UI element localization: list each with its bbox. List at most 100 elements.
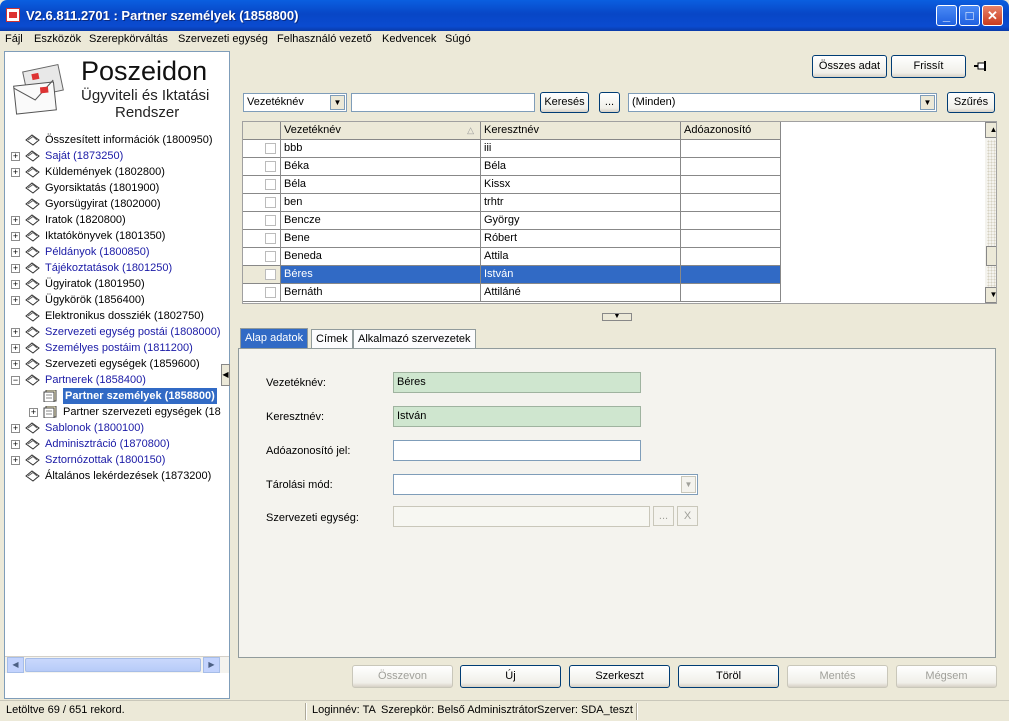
row-selector[interactable]: [243, 230, 281, 248]
expand-icon[interactable]: +: [11, 152, 20, 161]
column-header-last-name[interactable]: Vezetéknév △: [281, 122, 481, 140]
table-row[interactable]: Bencze György: [243, 212, 783, 230]
column-header-tax-id[interactable]: Adóazonosító: [681, 122, 781, 140]
tab-basic-data[interactable]: Alap adatok: [240, 328, 309, 348]
scroll-thumb[interactable]: [25, 658, 201, 672]
app-icon[interactable]: [6, 8, 20, 22]
first-name-field[interactable]: István: [393, 406, 641, 427]
scroll-left-icon[interactable]: ◀: [7, 657, 24, 673]
storage-mode-select[interactable]: ▼: [393, 474, 698, 495]
row-checkbox[interactable]: [265, 197, 276, 208]
menu-favorites[interactable]: Kedvencek: [382, 33, 436, 45]
menu-user-leader[interactable]: Felhasználó vezető: [277, 33, 372, 45]
expand-icon[interactable]: +: [11, 360, 20, 369]
tree-item[interactable]: − Partnerek (1858400): [9, 372, 221, 388]
tax-id-field[interactable]: [393, 440, 641, 461]
row-selector[interactable]: [243, 140, 281, 158]
expand-icon[interactable]: +: [11, 344, 20, 353]
collapse-panel-icon[interactable]: ◀: [221, 364, 230, 386]
org-unit-browse-button[interactable]: ...: [653, 506, 674, 526]
search-button[interactable]: Keresés: [540, 92, 589, 113]
org-unit-clear-button[interactable]: X: [677, 506, 698, 526]
tree-item[interactable]: Általános lekérdezések (1873200): [9, 468, 221, 484]
filter-select[interactable]: (Minden) ▼: [628, 93, 937, 112]
expand-icon[interactable]: +: [11, 168, 20, 177]
scroll-thumb[interactable]: [986, 246, 996, 266]
tree-item[interactable]: + Szervezeti egységek (1859600): [9, 356, 221, 372]
scroll-up-icon[interactable]: ▲: [985, 122, 996, 138]
cancel-button[interactable]: Mégsem: [896, 665, 997, 688]
refresh-button[interactable]: Frissít: [891, 55, 966, 78]
menu-file[interactable]: Fájl: [5, 33, 23, 45]
search-field-select[interactable]: Vezetéknév ▼: [243, 93, 347, 112]
expand-icon[interactable]: +: [11, 328, 20, 337]
expand-icon[interactable]: +: [11, 264, 20, 273]
expand-icon[interactable]: +: [11, 424, 20, 433]
column-header-first-name[interactable]: Keresztnév: [481, 122, 681, 140]
minimize-button[interactable]: _: [936, 5, 957, 26]
scroll-right-icon[interactable]: ▶: [203, 657, 220, 673]
row-selector[interactable]: [243, 176, 281, 194]
merge-button[interactable]: Összevon: [352, 665, 453, 688]
chevron-down-icon[interactable]: ▼: [330, 95, 345, 110]
tree-item[interactable]: + Ügyiratok (1801950): [9, 276, 221, 292]
row-selector[interactable]: [243, 284, 281, 302]
tree-item[interactable]: + Sablonok (1800100): [9, 420, 221, 436]
expand-icon[interactable]: +: [11, 232, 20, 241]
delete-button[interactable]: Töröl: [678, 665, 779, 688]
row-checkbox[interactable]: [265, 161, 276, 172]
tree-item[interactable]: + Sztornózottak (1800150): [9, 452, 221, 468]
expand-icon[interactable]: +: [11, 216, 20, 225]
tree-item[interactable]: + Iktatókönyvek (1801350): [9, 228, 221, 244]
table-row[interactable]: Béres István: [243, 266, 783, 284]
tree-item[interactable]: Partner személyek (1858800): [9, 388, 221, 404]
row-checkbox[interactable]: [265, 143, 276, 154]
all-data-button[interactable]: Összes adat: [812, 55, 887, 78]
edit-button[interactable]: Szerkeszt: [569, 665, 670, 688]
expand-icon[interactable]: +: [11, 456, 20, 465]
menu-org-unit[interactable]: Szervezeti egység: [178, 33, 268, 45]
org-unit-field[interactable]: [393, 506, 650, 527]
row-selector[interactable]: [243, 194, 281, 212]
tree-item[interactable]: + Szervezeti egység postái (1808000): [9, 324, 221, 340]
row-checkbox[interactable]: [265, 269, 276, 280]
splitter-down-icon[interactable]: ▼: [602, 313, 632, 321]
tree-item[interactable]: + Saját (1873250): [9, 148, 221, 164]
collapse-icon[interactable]: −: [11, 376, 20, 385]
tree-item[interactable]: + Példányok (1800850): [9, 244, 221, 260]
table-row[interactable]: Bernáth Attiláné: [243, 284, 783, 302]
vertical-scrollbar[interactable]: ▲ ▼: [985, 122, 996, 303]
tree-item[interactable]: + Ügykörök (1856400): [9, 292, 221, 308]
row-selector[interactable]: [243, 266, 281, 284]
table-row[interactable]: Béka Béla: [243, 158, 783, 176]
menu-help[interactable]: Súgó: [445, 33, 471, 45]
tree-item[interactable]: + Partner szervezeti egységek (1858: [9, 404, 221, 420]
tree-item[interactable]: Összesített információk (1800950): [9, 132, 221, 148]
search-input[interactable]: [351, 93, 535, 112]
tree-item[interactable]: Gyorsügyirat (1802000): [9, 196, 221, 212]
tree-item[interactable]: Gyorsiktatás (1801900): [9, 180, 221, 196]
table-row[interactable]: Beneda Attila: [243, 248, 783, 266]
row-selector[interactable]: [243, 212, 281, 230]
expand-icon[interactable]: +: [11, 248, 20, 257]
new-button[interactable]: Új: [460, 665, 561, 688]
menu-tools[interactable]: Eszközök: [34, 33, 81, 45]
expand-icon[interactable]: +: [11, 280, 20, 289]
chevron-down-icon[interactable]: ▼: [681, 476, 696, 493]
menu-role-switch[interactable]: Szerepkörváltás: [89, 33, 168, 45]
tree-item[interactable]: + Adminisztráció (1870800): [9, 436, 221, 452]
table-row[interactable]: ben trhtr: [243, 194, 783, 212]
close-button[interactable]: ✕: [982, 5, 1003, 26]
row-selector[interactable]: [243, 158, 281, 176]
horizontal-scrollbar[interactable]: ◀ ▶: [5, 656, 229, 673]
filter-button[interactable]: Szűrés: [947, 92, 995, 113]
expand-icon[interactable]: +: [29, 408, 38, 417]
tab-employer-orgs[interactable]: Alkalmazó szervezetek: [353, 329, 476, 349]
tab-addresses[interactable]: Címek: [311, 329, 353, 349]
row-checkbox[interactable]: [265, 179, 276, 190]
expand-icon[interactable]: +: [11, 440, 20, 449]
save-button[interactable]: Mentés: [787, 665, 888, 688]
row-selector[interactable]: [243, 248, 281, 266]
row-checkbox[interactable]: [265, 251, 276, 262]
search-more-button[interactable]: ...: [599, 92, 620, 113]
